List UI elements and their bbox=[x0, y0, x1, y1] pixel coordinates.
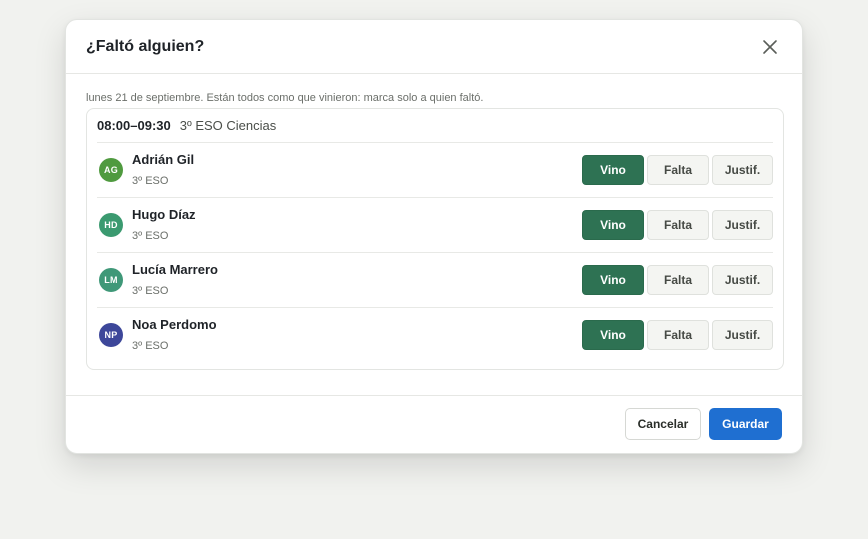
present-button[interactable]: Vino bbox=[582, 155, 644, 185]
absent-button[interactable]: Falta bbox=[647, 320, 709, 350]
justified-button[interactable]: Justif. bbox=[712, 210, 773, 240]
absent-button[interactable]: Falta bbox=[647, 210, 709, 240]
dialog-footer: Cancelar Guardar bbox=[66, 395, 802, 453]
dialog-subtitle: lunes 21 de septiembre. Están todos como… bbox=[86, 92, 484, 104]
attendance-toggle: Vino Falta Justif. bbox=[582, 210, 773, 240]
absent-button[interactable]: Falta bbox=[647, 155, 709, 185]
student-name: Hugo Díaz bbox=[132, 207, 196, 222]
justified-button[interactable]: Justif. bbox=[712, 265, 773, 295]
close-icon bbox=[763, 40, 777, 54]
student-name: Adrián Gil bbox=[132, 152, 195, 167]
avatar: LM bbox=[99, 268, 123, 292]
close-button[interactable] bbox=[761, 38, 779, 56]
attendance-toggle: Vino Falta Justif. bbox=[582, 265, 773, 295]
student-row: HD Hugo Díaz 3º ESO Vino Falta Justif. bbox=[97, 198, 773, 253]
attendance-dialog: ¿Faltó alguien? lunes 21 de septiembre. … bbox=[65, 19, 803, 454]
avatar: NP bbox=[99, 323, 123, 347]
student-class: 3º ESO bbox=[132, 285, 169, 297]
class-slot-card: 08:00–09:30 3º ESO Ciencias AG Adrián Gi… bbox=[86, 108, 784, 370]
slot-time: 08:00–09:30 bbox=[97, 118, 171, 133]
avatar: AG bbox=[99, 158, 123, 182]
student-class: 3º ESO bbox=[132, 340, 169, 352]
justified-button[interactable]: Justif. bbox=[712, 155, 773, 185]
present-button[interactable]: Vino bbox=[582, 265, 644, 295]
student-row: AG Adrián Gil 3º ESO Vino Falta Justif. bbox=[97, 143, 773, 198]
justified-button[interactable]: Justif. bbox=[712, 320, 773, 350]
slot-group: 3º ESO Ciencias bbox=[179, 118, 277, 133]
avatar: HD bbox=[99, 213, 123, 237]
student-class: 3º ESO bbox=[132, 175, 169, 187]
dialog-header: ¿Faltó alguien? bbox=[66, 20, 802, 74]
cancel-button[interactable]: Cancelar bbox=[625, 408, 701, 440]
present-button[interactable]: Vino bbox=[582, 320, 644, 350]
present-button[interactable]: Vino bbox=[582, 210, 644, 240]
dialog-body: lunes 21 de septiembre. Están todos como… bbox=[66, 74, 802, 397]
dialog-title: ¿Faltó alguien? bbox=[86, 38, 205, 55]
attendance-toggle: Vino Falta Justif. bbox=[582, 155, 773, 185]
slot-header: 08:00–09:30 3º ESO Ciencias bbox=[97, 109, 773, 143]
save-button[interactable]: Guardar bbox=[709, 408, 782, 440]
student-row: NP Noa Perdomo 3º ESO Vino Falta Justif. bbox=[97, 308, 773, 363]
student-row: LM Lucía Marrero 3º ESO Vino Falta Justi… bbox=[97, 253, 773, 308]
student-name: Noa Perdomo bbox=[132, 317, 217, 332]
attendance-toggle: Vino Falta Justif. bbox=[582, 320, 773, 350]
absent-button[interactable]: Falta bbox=[647, 265, 709, 295]
student-name: Lucía Marrero bbox=[132, 262, 218, 277]
student-class: 3º ESO bbox=[132, 230, 169, 242]
